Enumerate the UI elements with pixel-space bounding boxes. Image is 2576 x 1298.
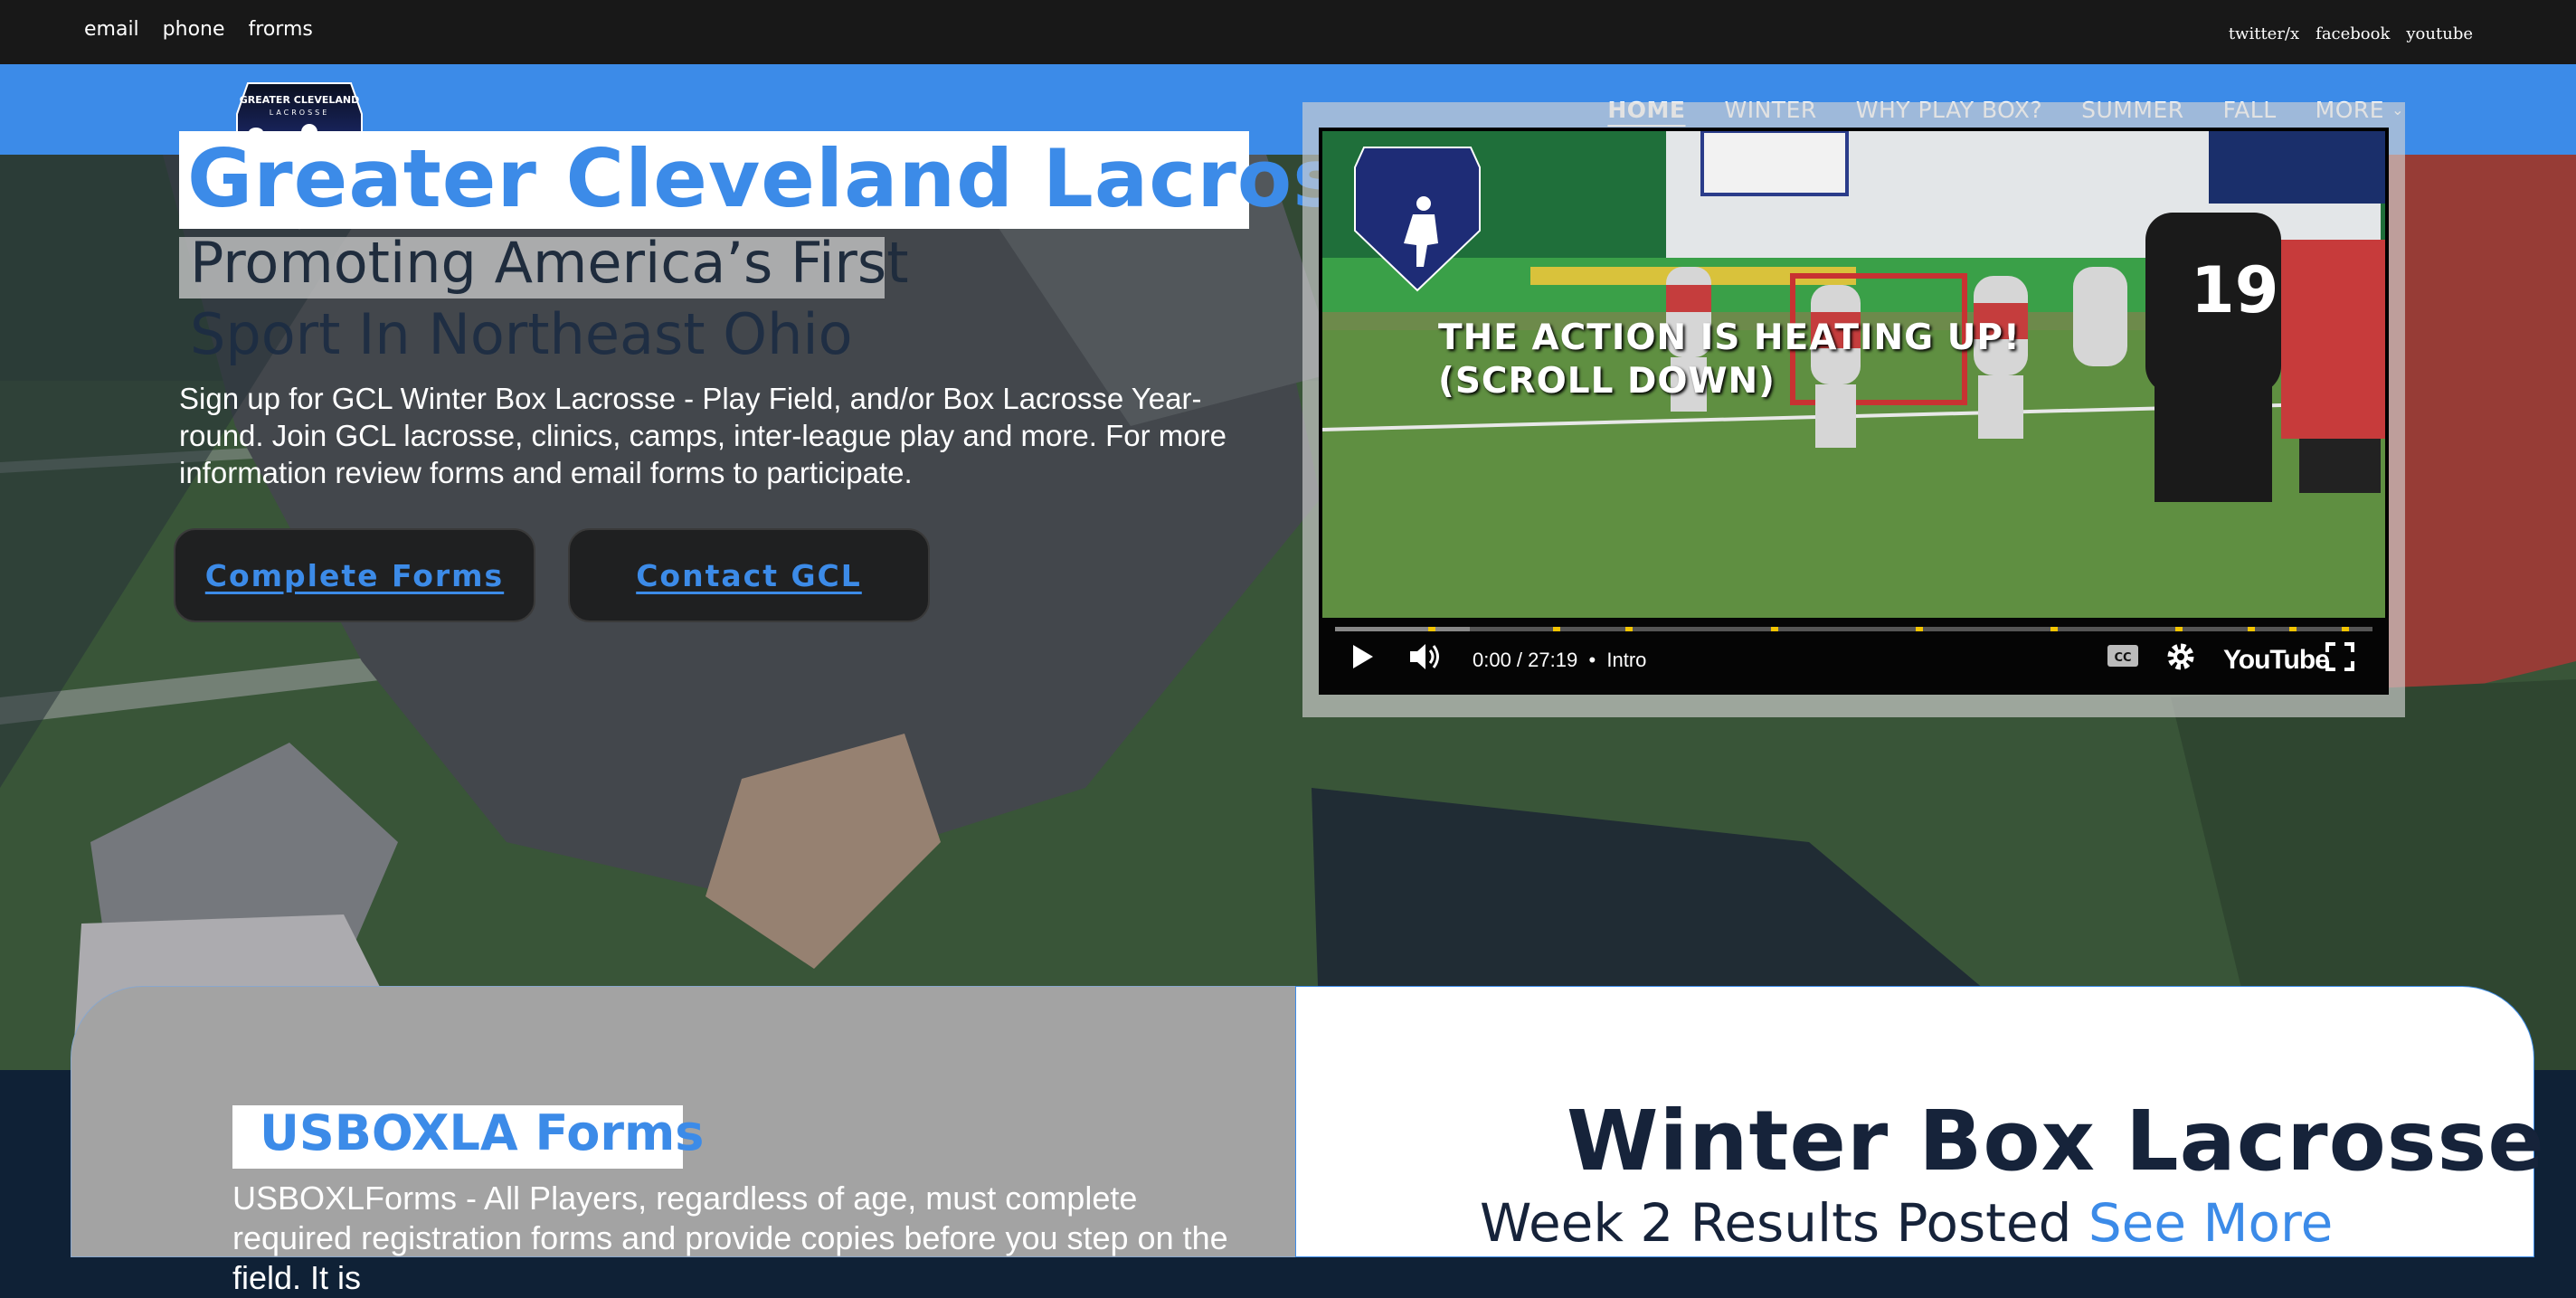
chapter-marker[interactable]	[2341, 627, 2349, 631]
video-progress-bar[interactable]	[1335, 627, 2372, 631]
settings-gear-icon[interactable]	[2165, 641, 2196, 672]
usboxla-forms-title: USBOXLA Forms	[260, 1104, 705, 1161]
volume-icon[interactable]	[1407, 641, 1444, 672]
logo-text-line1: GREATER CLEVELAND	[240, 94, 359, 106]
contact-gcl-button[interactable]: Contact GCL	[568, 528, 930, 622]
hero-description: Sign up for GCL Winter Box Lacrosse - Pl…	[179, 382, 1226, 489]
chapter-marker[interactable]	[2248, 627, 2256, 631]
chapter-marker[interactable]	[2050, 627, 2059, 631]
closed-captions-icon[interactable]: CC	[2106, 641, 2140, 670]
winter-results-text: Week 2 Results Posted	[1480, 1192, 2088, 1254]
video-time: 0:00 / 27:19	[1473, 649, 1578, 671]
hero-title: Greater Cleveland Lacrosse	[187, 132, 1444, 225]
chapter-marker[interactable]	[1552, 627, 1560, 631]
see-more-link[interactable]: See More	[2088, 1192, 2333, 1254]
hero-subtitle-line1: Promoting America’s First	[190, 230, 909, 296]
youtube-logo[interactable]: YouTube	[2223, 645, 2330, 676]
winter-box-title: Winter Box Lacrosse	[1567, 1093, 2545, 1189]
svg-text:19: 19	[2191, 253, 2278, 327]
video-controls: 0:00 / 27:19 • Intro CC YouTube	[1319, 618, 2389, 695]
chapter-marker[interactable]	[1625, 627, 1634, 631]
fullscreen-icon[interactable]	[2325, 641, 2355, 672]
social-links: twitter/x facebook youtube	[2229, 24, 2473, 43]
chapter-marker[interactable]	[2289, 627, 2297, 631]
chapter-marker[interactable]	[1916, 627, 1924, 631]
phone-link[interactable]: phone	[163, 18, 225, 41]
video-overlay-line1: THE ACTION IS HEATING UP!	[1438, 317, 2021, 358]
chapter-marker[interactable]	[1428, 627, 1436, 631]
video-overlay-text: THE ACTION IS HEATING UP! (SCROLL DOWN)	[1438, 317, 2021, 403]
top-utility-bar: email phone frorms twitter/x facebook yo…	[0, 0, 2576, 64]
play-icon[interactable]	[1346, 641, 1377, 672]
contact-links: email phone frorms	[84, 18, 313, 41]
usboxla-forms-text: USBOXLForms - All Players, regardless of…	[232, 1180, 1228, 1296]
svg-text:CC: CC	[2114, 651, 2131, 665]
youtube-link[interactable]: youtube	[2406, 24, 2473, 43]
twitter-link[interactable]: twitter/x	[2229, 24, 2299, 43]
forms-link[interactable]: frorms	[249, 18, 313, 41]
email-link[interactable]: email	[84, 18, 139, 41]
winter-results-subtitle: Week 2 Results Posted See More	[1480, 1192, 2333, 1254]
video-progress-played	[1335, 627, 1471, 631]
hero-subtitle-line2: Sport In Northeast Ohio	[190, 301, 853, 367]
facebook-link[interactable]: facebook	[2316, 24, 2390, 43]
logo-text-line2: LACROSSE	[270, 109, 330, 117]
video-overlay-line2: (SCROLL DOWN)	[1438, 361, 1776, 402]
video-timestamp: 0:00 / 27:19 • Intro	[1473, 649, 1647, 671]
complete-forms-button[interactable]: Complete Forms	[174, 528, 535, 622]
chapter-marker[interactable]	[2175, 627, 2183, 631]
youtube-video-player[interactable]: 19 THE ACTION IS HEATING UP! (SCROLL DOW…	[1319, 128, 2389, 695]
chapter-marker[interactable]	[1770, 627, 1778, 631]
video-chapter[interactable]: Intro	[1606, 649, 1646, 671]
